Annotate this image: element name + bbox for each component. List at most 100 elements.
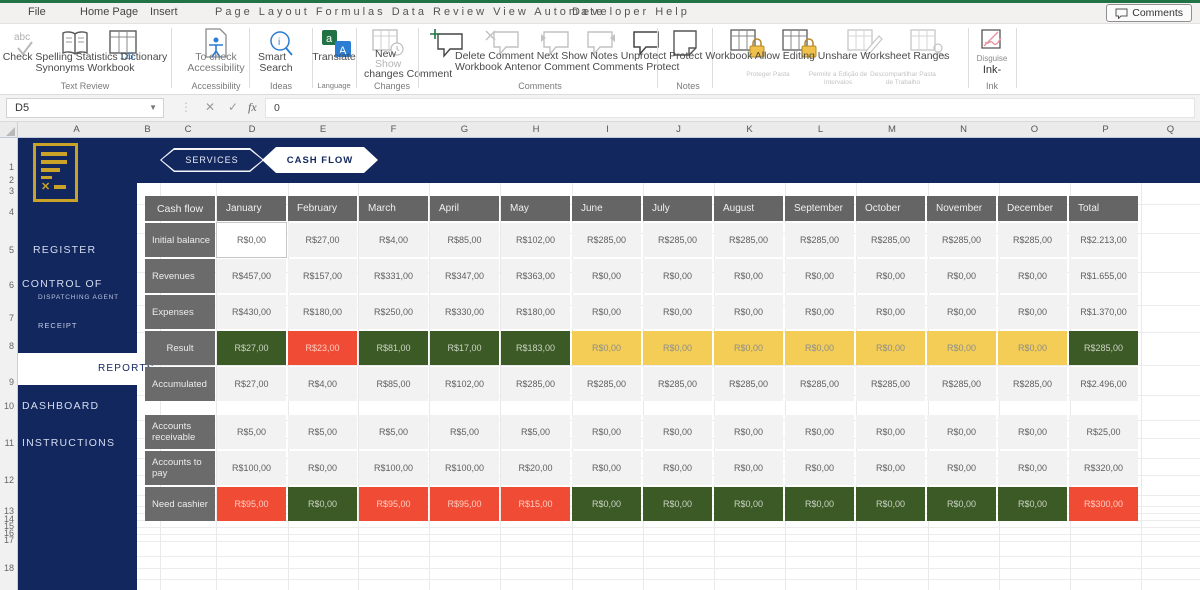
value-cell[interactable]: R$5,00 <box>217 415 286 449</box>
value-cell[interactable]: R$0,00 <box>856 415 925 449</box>
value-cell[interactable]: R$285,00 <box>572 367 641 401</box>
column-header-E[interactable]: E <box>288 124 358 135</box>
value-cell[interactable]: R$0,00 <box>856 331 925 365</box>
value-cell[interactable]: R$25,00 <box>1069 415 1138 449</box>
value-cell[interactable]: R$5,00 <box>359 415 428 449</box>
value-cell[interactable]: R$0,00 <box>785 451 854 485</box>
value-cell[interactable]: R$180,00 <box>288 295 357 329</box>
column-header-P[interactable]: P <box>1070 124 1141 135</box>
sidebar-item-control-of[interactable]: CONTROL OF <box>22 278 102 290</box>
value-cell[interactable]: R$285,00 <box>998 223 1067 257</box>
month-header-cell[interactable]: March <box>359 196 428 221</box>
value-cell[interactable]: R$0,00 <box>288 451 357 485</box>
value-cell[interactable]: R$0,00 <box>785 415 854 449</box>
value-cell[interactable]: R$285,00 <box>572 223 641 257</box>
value-cell[interactable]: R$0,00 <box>643 295 712 329</box>
column-header-F[interactable]: F <box>358 124 429 135</box>
value-cell[interactable]: R$20,00 <box>501 451 570 485</box>
value-cell[interactable]: R$0,00 <box>643 487 712 521</box>
value-cell[interactable]: R$285,00 <box>714 367 783 401</box>
column-header-D[interactable]: D <box>216 124 288 135</box>
value-cell[interactable]: R$5,00 <box>288 415 357 449</box>
value-cell[interactable]: R$95,00 <box>217 487 286 521</box>
value-cell[interactable]: R$0,00 <box>927 259 996 293</box>
value-cell[interactable]: R$430,00 <box>217 295 286 329</box>
ink-disguise-icon[interactable] <box>978 28 1008 54</box>
ribbon-tab-file[interactable]: File <box>28 6 46 18</box>
value-cell[interactable]: R$0,00 <box>927 451 996 485</box>
value-cell[interactable]: R$0,00 <box>856 451 925 485</box>
value-cell[interactable]: R$0,00 <box>714 259 783 293</box>
value-cell[interactable]: R$0,00 <box>785 259 854 293</box>
column-header-I[interactable]: I <box>572 124 643 135</box>
sidebar-item-dispatching-agent[interactable]: DISPATCHING AGENT <box>38 294 119 301</box>
value-cell[interactable]: R$2.213,00 <box>1069 223 1138 257</box>
value-cell[interactable]: R$4,00 <box>359 223 428 257</box>
row-header-8[interactable]: 8 <box>9 341 14 351</box>
row-header-4[interactable]: 4 <box>9 207 14 217</box>
row-label-cell[interactable]: Accumulated <box>145 367 215 401</box>
sidebar-item-reports-active[interactable]: REPORTS <box>18 353 145 385</box>
column-header-A[interactable]: A <box>18 124 135 135</box>
value-cell[interactable]: R$100,00 <box>359 451 428 485</box>
column-header-O[interactable]: O <box>999 124 1070 135</box>
value-cell[interactable]: R$285,00 <box>927 367 996 401</box>
text-review-line2[interactable]: Synonyms Workbook <box>35 62 134 74</box>
value-cell[interactable]: R$81,00 <box>359 331 428 365</box>
row-label-cell[interactable]: Result <box>145 331 215 365</box>
value-cell[interactable]: R$85,00 <box>430 223 499 257</box>
value-cell[interactable]: R$0,00 <box>714 295 783 329</box>
month-header-cell[interactable]: December <box>998 196 1067 221</box>
value-cell[interactable]: R$0,00 <box>643 259 712 293</box>
tab-services[interactable]: SERVICES <box>160 148 264 172</box>
sidebar-item-receipt[interactable]: RECEIPT <box>38 321 78 330</box>
value-cell[interactable]: R$285,00 <box>856 367 925 401</box>
value-cell[interactable]: R$0,00 <box>785 487 854 521</box>
row-header-17[interactable]: 17 <box>4 535 14 545</box>
value-cell[interactable]: R$0,00 <box>714 451 783 485</box>
value-cell[interactable]: R$23,00 <box>288 331 357 365</box>
value-cell[interactable]: R$0,00 <box>998 487 1067 521</box>
row-header-10[interactable]: 10 <box>4 401 14 411</box>
value-cell[interactable]: R$2.496,00 <box>1069 367 1138 401</box>
cancel-button[interactable]: ✕ <box>205 100 215 114</box>
row-header-2[interactable]: 2 <box>9 175 14 185</box>
value-cell[interactable]: R$0,00 <box>785 331 854 365</box>
column-header-Q[interactable]: Q <box>1141 124 1200 135</box>
value-cell[interactable]: R$285,00 <box>785 367 854 401</box>
value-cell[interactable]: R$285,00 <box>501 367 570 401</box>
value-cell[interactable]: R$285,00 <box>998 367 1067 401</box>
value-cell[interactable]: R$15,00 <box>501 487 570 521</box>
changes-line3[interactable]: changes Comment <box>364 68 452 80</box>
value-cell[interactable]: R$5,00 <box>501 415 570 449</box>
value-cell[interactable]: R$0,00 <box>785 295 854 329</box>
value-cell[interactable]: R$157,00 <box>288 259 357 293</box>
value-cell[interactable]: R$0,00 <box>572 259 641 293</box>
spreadsheet-grid[interactable]: ✕ REGISTER CONTROL OF DISPATCHING AGENT … <box>0 138 1200 590</box>
value-cell[interactable]: R$285,00 <box>856 223 925 257</box>
value-cell[interactable]: R$285,00 <box>714 223 783 257</box>
value-cell[interactable]: R$1.370,00 <box>1069 295 1138 329</box>
row-header-9[interactable]: 9 <box>9 377 14 387</box>
value-cell[interactable]: R$0,00 <box>572 331 641 365</box>
value-cell[interactable]: R$457,00 <box>217 259 286 293</box>
value-cell[interactable]: R$0,00 <box>288 487 357 521</box>
month-header-cell[interactable]: September <box>785 196 854 221</box>
ribbon-tabs-middle[interactable]: Page Layout Formulas Data Review View Au… <box>215 6 605 18</box>
row-header-3[interactable]: 3 <box>9 186 14 196</box>
value-cell[interactable]: R$27,00 <box>217 331 286 365</box>
value-cell[interactable]: R$330,00 <box>430 295 499 329</box>
row-label-cell[interactable]: Expenses <box>145 295 215 329</box>
month-header-cell[interactable]: June <box>572 196 641 221</box>
value-cell[interactable]: R$331,00 <box>359 259 428 293</box>
column-header-K[interactable]: K <box>714 124 785 135</box>
month-header-cell[interactable]: February <box>288 196 357 221</box>
value-cell[interactable]: R$285,00 <box>643 367 712 401</box>
value-cell[interactable]: R$0,00 <box>572 451 641 485</box>
month-header-cell[interactable]: April <box>430 196 499 221</box>
value-cell[interactable]: R$347,00 <box>430 259 499 293</box>
value-cell[interactable]: R$285,00 <box>643 223 712 257</box>
value-cell[interactable]: R$0,00 <box>643 415 712 449</box>
month-header-cell[interactable]: January <box>217 196 286 221</box>
insert-function-button[interactable]: fx <box>248 100 257 115</box>
